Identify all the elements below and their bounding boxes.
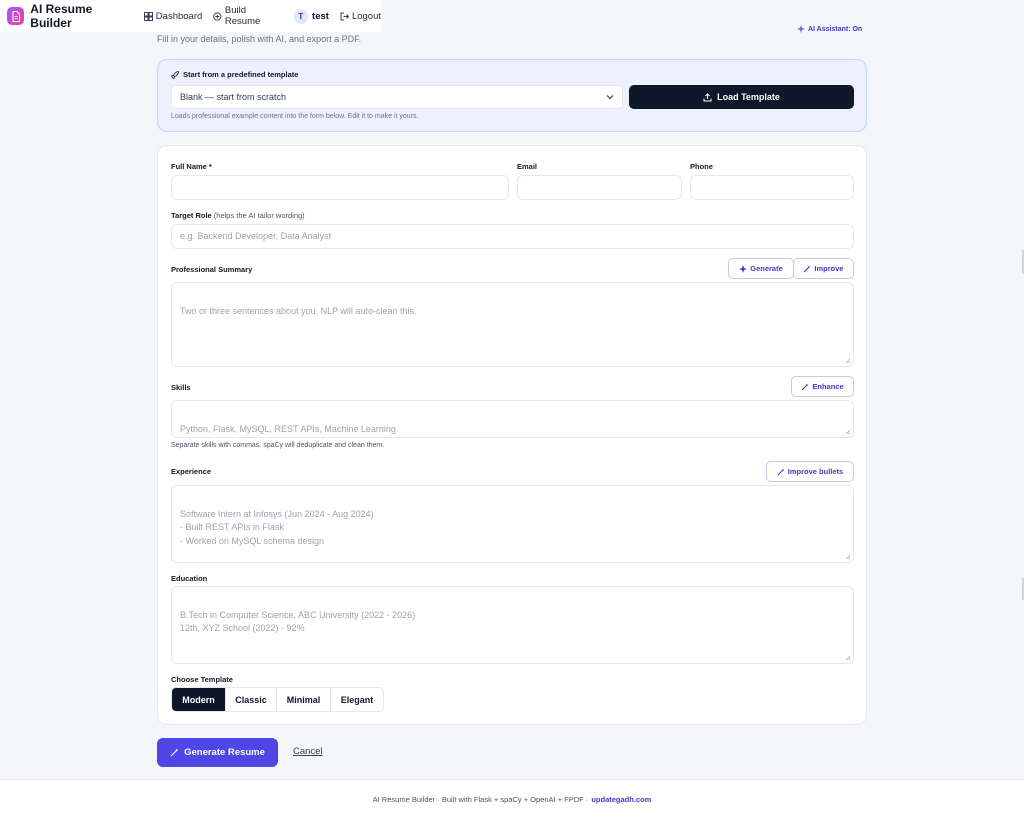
improve-summary-label: Improve bbox=[814, 264, 844, 273]
template-banner: Start from a predefined template Blank —… bbox=[157, 59, 867, 132]
generate-resume-label: Generate Resume bbox=[184, 747, 265, 758]
skills-label: Skills bbox=[171, 383, 191, 392]
generate-summary-button[interactable]: Generate bbox=[728, 258, 794, 279]
magic-wand-icon bbox=[804, 265, 811, 272]
avatar[interactable]: T bbox=[293, 8, 309, 24]
skills-textarea[interactable]: Python, Flask, MySQL, REST APIs, Machine… bbox=[171, 400, 854, 438]
experience-label: Experience bbox=[171, 467, 212, 476]
template-style-selector: Modern Classic Minimal Elegant bbox=[171, 687, 384, 712]
phone-label: Phone bbox=[690, 162, 713, 171]
template-banner-heading: Start from a predefined template bbox=[171, 70, 298, 79]
template-option-elegant[interactable]: Elegant bbox=[331, 688, 383, 711]
target-role-input[interactable]: e.g. Backend Developer, Data Analyst bbox=[171, 224, 854, 249]
load-template-button[interactable]: Load Template bbox=[629, 85, 854, 109]
full-name-label: Full Name * bbox=[171, 162, 212, 171]
resize-handle-icon[interactable] bbox=[845, 358, 851, 364]
resize-handle-icon[interactable] bbox=[845, 429, 851, 435]
nav-logout-label: Logout bbox=[351, 10, 381, 22]
enhance-skills-button[interactable]: Enhance bbox=[791, 376, 854, 397]
template-option-minimal[interactable]: Minimal bbox=[277, 688, 331, 711]
nav-dashboard-label: Dashboard bbox=[155, 10, 203, 22]
education-textarea[interactable]: B.Tech in Computer Science, ABC Universi… bbox=[171, 586, 854, 664]
top-nav: AI Resume Builder Dashboard Build Resume… bbox=[0, 0, 381, 32]
full-name-input[interactable] bbox=[171, 175, 509, 200]
nav-build-resume-link[interactable]: Build Resume bbox=[213, 5, 281, 27]
load-template-label: Load Template bbox=[717, 92, 780, 102]
nav-dashboard-link[interactable]: Dashboard bbox=[143, 10, 203, 22]
generate-resume-button[interactable]: Generate Resume bbox=[157, 738, 278, 767]
footer-text: AI Resume Builder · Built with Flask + s… bbox=[372, 794, 589, 804]
generate-summary-label: Generate bbox=[750, 264, 783, 273]
footer: AI Resume Builder · Built with Flask + s… bbox=[0, 779, 1024, 818]
template-banner-help: Loads professional example content into … bbox=[171, 113, 419, 120]
improve-bullets-label: Improve bullets bbox=[787, 467, 844, 476]
username: test bbox=[312, 10, 329, 22]
experience-placeholder: Software Intern at Infosys (Jun 2024 - A… bbox=[180, 508, 374, 546]
phone-input[interactable] bbox=[690, 175, 854, 200]
skills-placeholder: Python, Flask, MySQL, REST APIs, Machine… bbox=[180, 423, 396, 434]
improve-bullets-button[interactable]: Improve bullets bbox=[766, 461, 854, 482]
education-placeholder: B.Tech in Computer Science, ABC Universi… bbox=[180, 609, 416, 634]
chevron-down-icon bbox=[606, 95, 614, 100]
upload-icon bbox=[703, 92, 712, 101]
experience-textarea[interactable]: Software Intern at Infosys (Jun 2024 - A… bbox=[171, 485, 854, 563]
resize-handle-icon[interactable] bbox=[845, 655, 851, 661]
summary-placeholder: Two or three sentences about you. NLP wi… bbox=[180, 305, 417, 316]
logout-icon bbox=[340, 12, 349, 20]
target-role-label: Target Role (helps the AI tailor wording… bbox=[171, 211, 305, 220]
plus-circle-icon bbox=[213, 11, 222, 21]
template-option-modern[interactable]: Modern bbox=[172, 688, 226, 711]
sparkle-icon bbox=[739, 264, 748, 273]
target-role-hint: (helps the AI tailor wording) bbox=[213, 211, 305, 220]
rocket-icon bbox=[171, 70, 179, 79]
magic-wand-icon bbox=[777, 468, 785, 475]
ai-status-badge: AI Assistant: On bbox=[797, 23, 862, 35]
footer-link[interactable]: updategadh.com bbox=[591, 795, 651, 804]
enhance-skills-label: Enhance bbox=[812, 382, 844, 391]
nav-logout-link[interactable]: Logout bbox=[340, 11, 381, 22]
sparkle-icon bbox=[797, 25, 805, 33]
nav-build-resume-label: Build Resume bbox=[224, 5, 261, 27]
template-option-classic[interactable]: Classic bbox=[226, 688, 277, 711]
skills-help: Separate skills with commas. spaCy will … bbox=[171, 442, 385, 449]
document-icon[interactable] bbox=[7, 7, 25, 25]
template-select-value: Blank — start from scratch bbox=[180, 92, 287, 102]
page-subtitle: Fill in your details, polish with AI, an… bbox=[157, 34, 362, 44]
brand-name[interactable]: AI Resume Builder bbox=[30, 2, 133, 30]
education-label: Education bbox=[171, 574, 208, 583]
magic-wand-icon bbox=[802, 383, 809, 390]
template-select[interactable]: Blank — start from scratch bbox=[171, 85, 623, 109]
improve-summary-button[interactable]: Improve bbox=[793, 258, 854, 279]
cancel-link[interactable]: Cancel bbox=[293, 746, 323, 757]
ai-status-label: AI Assistant: On bbox=[808, 25, 863, 33]
email-label: Email bbox=[517, 162, 538, 171]
resize-handle-icon[interactable] bbox=[845, 554, 851, 560]
email-input[interactable] bbox=[517, 175, 682, 200]
dashboard-icon bbox=[143, 11, 153, 21]
summary-label: Professional Summary bbox=[171, 265, 253, 274]
resume-form-card: Full Name * Email Phone Target Role (hel… bbox=[157, 145, 867, 725]
choose-template-label: Choose Template bbox=[171, 675, 233, 684]
magic-wand-icon bbox=[170, 748, 179, 757]
target-role-label-text: Target Role bbox=[171, 211, 212, 220]
summary-textarea[interactable]: Two or three sentences about you. NLP wi… bbox=[171, 282, 854, 367]
template-banner-heading-text: Start from a predefined template bbox=[183, 70, 299, 79]
